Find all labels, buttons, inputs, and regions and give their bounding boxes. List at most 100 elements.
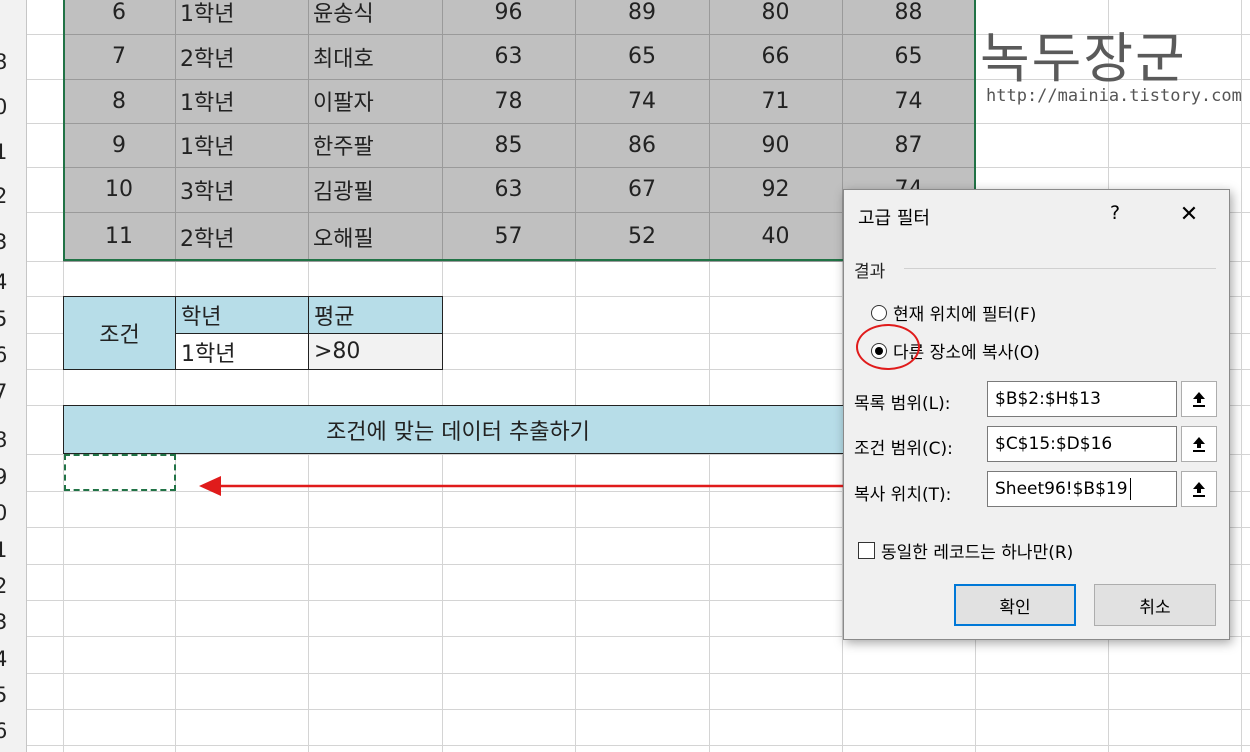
result-group-label: 결과 (854, 262, 886, 282)
table-cell-text: 한주팔 (313, 135, 374, 160)
row-number[interactable]: 3 (0, 230, 20, 254)
table-cell-text: 92 (761, 177, 790, 202)
table-cell-text: 87 (894, 132, 923, 158)
copy-to-collapse-button[interactable] (1181, 471, 1217, 507)
row-number[interactable]: 6 (0, 719, 20, 743)
row-number[interactable]: 6 (0, 343, 20, 367)
radio-selected-icon[interactable] (871, 342, 887, 359)
table-cell-text: 63 (494, 44, 523, 69)
row-number[interactable]: 8 (0, 428, 20, 452)
table-cell-text: 74 (894, 88, 923, 114)
row-number[interactable]: 2 (0, 184, 20, 208)
copy-to-value: Sheet96!$B$19 (995, 479, 1128, 499)
criteria-header-average[interactable]: 평균 (308, 296, 443, 334)
table-cell-text: 67 (628, 177, 656, 202)
row-number[interactable]: 4 (0, 270, 20, 294)
table-cell-text: 88 (894, 0, 923, 25)
radio-copy-to-label: 다른 장소에 복사(O) (893, 343, 1040, 363)
dialog-title: 고급 필터 (858, 208, 930, 229)
criteria-label-cell[interactable]: 조건 (63, 296, 176, 370)
collapse-dialog-icon (1193, 392, 1205, 407)
row-number[interactable]: 8 (0, 50, 20, 74)
row-number[interactable]: 0 (0, 501, 20, 525)
table-cell-text: 89 (628, 0, 656, 25)
table-cell-text: 1학년 (180, 91, 235, 116)
table-cell-text: 1학년 (180, 135, 235, 160)
table-cell-text: 57 (494, 224, 523, 249)
radio-button-icon[interactable] (871, 304, 887, 321)
row-number[interactable]: 4 (0, 647, 20, 671)
help-button[interactable]: ? (1110, 202, 1120, 224)
radio-filter-in-place-label: 현재 위치에 필터(F) (893, 305, 1037, 325)
table-cell-text: 65 (894, 44, 923, 69)
table-cell-text: 78 (494, 88, 523, 114)
table-cell-text: 오해필 (313, 226, 374, 252)
radio-filter-in-place[interactable]: 현재 위치에 필터(F) (871, 300, 1036, 325)
table-cell-text: 최대호 (313, 46, 374, 72)
table-cell-text: 96 (494, 0, 523, 25)
row-number[interactable]: 2 (0, 574, 20, 598)
table-cell-text: 71 (761, 88, 790, 114)
table-cell-text: 11 (105, 224, 133, 249)
list-range-input[interactable]: $B$2:$H$13 (987, 381, 1177, 417)
table-cell-text: 63 (494, 177, 523, 202)
criteria-range-input[interactable]: $C$15:$D$16 (987, 426, 1177, 462)
table-cell-text: 90 (761, 132, 790, 158)
table-cell-text: 8 (112, 88, 126, 114)
row-number[interactable]: 5 (0, 307, 20, 331)
table-cell-text: 9 (112, 132, 126, 158)
criteria-header-average-text: 평균 (314, 305, 355, 330)
table-cell-text: 2학년 (180, 226, 235, 252)
row-number[interactable]: 1 (0, 140, 20, 164)
watermark-url: http://mainia.tistory.com (986, 86, 1242, 106)
collapse-dialog-icon (1193, 437, 1205, 452)
extract-banner[interactable]: 조건에 맞는 데이터 추출하기 (63, 405, 853, 454)
table-cell-text: 윤송식 (313, 2, 374, 27)
criteria-value-average[interactable]: >80 (308, 333, 443, 370)
criteria-label: 조건 (99, 323, 140, 348)
copy-to-input[interactable]: Sheet96!$B$19 (987, 471, 1177, 507)
row-number[interactable]: 7 (0, 380, 20, 404)
table-cell-text: 66 (761, 44, 790, 69)
table-cell-text: 52 (628, 224, 656, 249)
table-cell-text: 74 (628, 88, 656, 114)
unique-records-checkbox[interactable]: 동일한 레코드는 하나만(R) (858, 538, 1073, 563)
table-cell-text: 2학년 (180, 46, 235, 72)
cancel-button[interactable]: 취소 (1094, 584, 1216, 626)
ok-button[interactable]: 확인 (954, 584, 1076, 626)
text-cursor (1129, 478, 1131, 500)
collapse-dialog-icon (1193, 482, 1205, 497)
criteria-value-grade[interactable]: 1학년 (175, 333, 309, 370)
row-number[interactable]: 9 (0, 465, 20, 489)
annotation-arrow (199, 476, 855, 496)
criteria-range-collapse-button[interactable] (1181, 426, 1217, 462)
unique-records-label: 동일한 레코드는 하나만(R) (881, 543, 1074, 563)
table-cell-text: 김광필 (313, 179, 374, 205)
table-cell-text: 이팔자 (313, 91, 374, 116)
copy-destination-cell[interactable] (64, 454, 176, 491)
extract-banner-text: 조건에 맞는 데이터 추출하기 (326, 419, 590, 445)
row-number[interactable]: 1 (0, 538, 20, 562)
table-cell-text: 3학년 (180, 179, 235, 205)
list-range-collapse-button[interactable] (1181, 381, 1217, 417)
criteria-header-grade[interactable]: 학년 (175, 296, 309, 334)
table-cell-text: 10 (105, 177, 133, 202)
radio-copy-to-location[interactable]: 다른 장소에 복사(O) (871, 338, 1040, 363)
criteria-range-label: 조건 범위(C): (854, 439, 953, 459)
advanced-filter-dialog[interactable]: 고급 필터 ? ✕ 결과 현재 위치에 필터(F) 다른 장소에 복사(O) 목… (843, 189, 1230, 640)
table-cell-text: 6 (112, 0, 126, 25)
criteria-value-grade-text: 1학년 (181, 341, 236, 367)
list-range-label: 목록 범위(L): (854, 394, 951, 414)
criteria-header-grade-text: 학년 (181, 305, 222, 330)
checkbox-icon[interactable] (858, 542, 875, 559)
table-cell-text: 65 (628, 44, 656, 69)
row-number[interactable]: 5 (0, 683, 20, 707)
row-number[interactable]: 0 (0, 95, 20, 119)
watermark-logo: 녹두장군 (980, 27, 1187, 90)
criteria-value-average-text: >80 (314, 339, 361, 364)
row-number[interactable]: 3 (0, 610, 20, 634)
close-button[interactable]: ✕ (1169, 198, 1209, 232)
table-cell-text: 85 (494, 132, 523, 158)
table-cell-text: 86 (628, 132, 656, 158)
table-cell-text: 7 (112, 44, 126, 69)
